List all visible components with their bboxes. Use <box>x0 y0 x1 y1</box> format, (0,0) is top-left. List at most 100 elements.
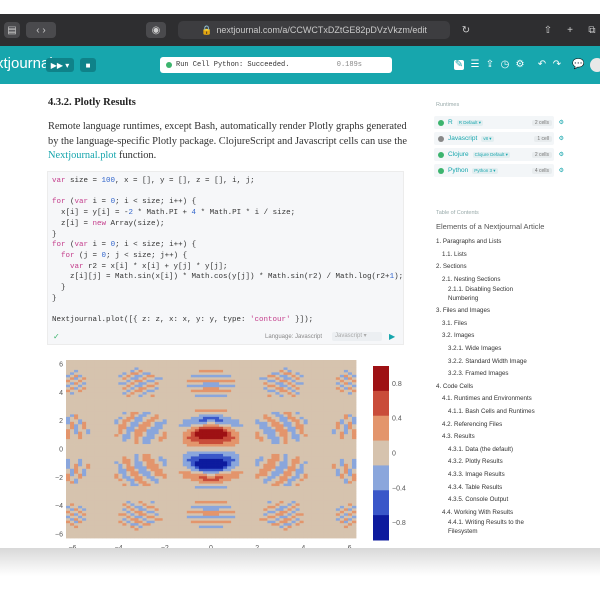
browser-window: ▤ ‹ › ◉ 🔒 nextjournal.com/a/CCWCTxDZtGE8… <box>0 14 600 564</box>
redo-icon[interactable]: ↷ <box>552 60 562 70</box>
toc-item[interactable]: 4.3.2. Plotly Results <box>436 456 600 469</box>
toc-title[interactable]: Elements of a Nextjournal Article <box>436 222 600 232</box>
toc-item[interactable]: 3.2.2. Standard Width Image <box>436 356 600 369</box>
toc-item[interactable]: 4.3.3. Image Results <box>436 469 600 482</box>
toc-item[interactable]: 3. Files and Images <box>436 305 600 318</box>
code-cell[interactable]: var size = 100, x = [], y = [], z = [], … <box>47 171 404 345</box>
toc-item[interactable]: 3.1. Files <box>436 318 600 331</box>
avatar[interactable] <box>590 58 600 72</box>
y-tick-label: 6 <box>59 361 63 368</box>
runtime-settings-icon[interactable]: ⚙ <box>559 135 564 142</box>
privacy-icon[interactable]: ◉ <box>146 22 166 38</box>
runtime-settings-icon[interactable]: ⚙ <box>559 151 564 158</box>
new-tab-icon[interactable]: + <box>562 22 578 38</box>
runtime-environment-tag[interactable]: Clojure Default ▾ <box>472 151 510 158</box>
toc-label: Table of Contents <box>436 210 479 216</box>
code-line: } <box>52 230 57 239</box>
toc-item[interactable]: 1. Paragraphs and Lists <box>436 236 600 249</box>
runtime-row[interactable]: RR Default ▾ 2 cells ⚙ <box>434 116 564 129</box>
undo-icon[interactable]: ↶ <box>537 60 547 70</box>
section-heading: 4.3.2. Plotly Results <box>48 97 136 108</box>
toc-item[interactable]: 3.2. Images <box>436 330 600 343</box>
paragraph: Remote language runtimes, except Bash, a… <box>48 121 407 161</box>
toc-item[interactable]: 4.4. Working With Results <box>436 507 600 520</box>
language-label: Language: Javascript <box>265 334 323 340</box>
runtime-row[interactable]: Javascript v8 ▾ 1 cell ⚙ <box>434 132 564 145</box>
url-text: nextjournal.com/a/CCWCTxDZtGE82pDVzVkzm/… <box>216 25 427 35</box>
runtime-status-dot-icon <box>438 119 444 126</box>
toc-item[interactable]: 3.2.1. Wide Images <box>436 343 600 356</box>
code-line: x[i] = y[i] = -2 * Math.PI + 4 * Math.PI… <box>52 209 296 218</box>
runtime-name: R <box>448 119 453 126</box>
runtimes-label: Runtimes <box>436 102 460 108</box>
history-icon[interactable]: ◷ <box>500 60 510 70</box>
reload-icon[interactable]: ↻ <box>458 22 474 38</box>
runtime-status-dot-icon <box>438 135 444 142</box>
runtime-row[interactable]: Clojure Clojure Default ▾ 2 cells ⚙ <box>434 148 564 161</box>
code-line: } <box>52 284 66 293</box>
runtime-settings-icon[interactable]: ⚙ <box>559 167 564 174</box>
colorbar-swatch <box>373 515 389 541</box>
y-tick-label: 4 <box>59 390 63 397</box>
nextjournal-logo[interactable]: xtjournal <box>0 55 53 72</box>
list-icon[interactable]: ☰ <box>470 60 480 70</box>
browser-chrome: ▤ ‹ › ◉ 🔒 nextjournal.com/a/CCWCTxDZtGE8… <box>0 14 600 46</box>
y-tick-label: 2 <box>59 418 63 425</box>
runtime-settings-icon[interactable]: ⚙ <box>559 119 564 126</box>
toc-item[interactable]: 2.1. Nesting Sections <box>436 274 600 287</box>
toc-item[interactable]: 4.3.4. Table Results <box>436 482 600 495</box>
colorbar-tick-label: 0.8 <box>392 381 402 388</box>
comments-icon[interactable]: 💬 <box>572 60 584 70</box>
share-icon[interactable]: ⇧ <box>540 22 556 38</box>
code-line: } <box>52 294 57 303</box>
run-cell-icon[interactable]: ▶ <box>389 332 395 341</box>
address-bar[interactable]: 🔒 nextjournal.com/a/CCWCTxDZtGE82pDVzVkz… <box>178 21 450 39</box>
run-all-button[interactable]: ▶▶ ▾ <box>46 58 74 72</box>
runtime-environment-tag[interactable]: R Default ▾ <box>456 119 483 126</box>
toc-item[interactable]: 2.1.1. Disabling Section Numbering <box>436 286 536 305</box>
tabs-icon[interactable]: ⧉ <box>584 22 600 38</box>
runtime-name: Clojure <box>448 151 469 158</box>
window-shadow <box>0 548 600 576</box>
code-line: var size = 100, x = [], y = [], z = [], … <box>52 177 255 185</box>
toc-item[interactable]: 4.3.1. Data (the default) <box>436 444 600 457</box>
contour-plot[interactable]: −6−4−202466420−2−4−60.80.40−0.4−0.8 <box>46 354 416 564</box>
colorbar-swatch <box>373 440 389 466</box>
toc-item[interactable]: 3.2.3. Framed Images <box>436 368 600 381</box>
toc-item[interactable]: 4.2. Referencing Files <box>436 419 600 432</box>
language-select[interactable]: Javascript ▾ <box>332 332 382 341</box>
toc-item[interactable]: 4.1. Runtimes and Environments <box>436 393 600 406</box>
runtime-cell-count: 4 cells <box>531 167 552 174</box>
runtime-status-dot-icon <box>438 151 444 158</box>
toc-item[interactable]: 2. Sections <box>436 261 600 274</box>
runtime-environment-tag[interactable]: Python 3 ▾ <box>472 167 498 174</box>
runtime-row[interactable]: Python Python 3 ▾ 4 cells ⚙ <box>434 164 564 177</box>
edit-icon[interactable]: ✎ <box>454 60 464 70</box>
toc-item[interactable]: 4. Code Cells <box>436 381 600 394</box>
y-tick-label: −6 <box>55 532 63 539</box>
contour-cells <box>66 360 357 539</box>
toc-item[interactable]: 1.1. Lists <box>436 249 600 262</box>
settings-icon[interactable]: ⚙ <box>515 60 525 70</box>
toc-item[interactable]: 4.4.1. Writing Results to the Filesystem <box>436 519 536 538</box>
runtime-cell-count: 2 cells <box>531 119 552 126</box>
colorbar-tick-label: −0.4 <box>392 485 406 492</box>
article-main: 4.3.2. Plotly Results Remote language ru… <box>0 84 600 564</box>
runtime-environment-tag[interactable]: v8 ▾ <box>481 135 494 142</box>
nextjournal-plot-link[interactable]: Nextjournal.plot <box>48 150 116 161</box>
toc-item[interactable]: 4.3. Results <box>436 431 600 444</box>
status-text: Run Cell Python: Succeeded. <box>176 61 290 69</box>
toc-item[interactable]: 4.1.1. Bash Cells and Runtimes <box>436 406 600 419</box>
success-dot-icon <box>166 62 172 68</box>
back-forward-buttons[interactable]: ‹ › <box>26 22 56 38</box>
publish-icon[interactable]: ⇪ <box>485 60 495 70</box>
stop-button[interactable]: ■ <box>80 58 96 72</box>
sidebar-toggle-icon[interactable]: ▤ <box>4 22 20 38</box>
code-line: for (var i = 0; i < size; i++) { <box>52 241 197 250</box>
colorbar-swatch <box>373 390 389 417</box>
code-cell-footer: ✓ Language: Javascript Javascript ▾ ▶ <box>47 330 404 344</box>
app-toolbar: xtjournal ▶▶ ▾ ■ Run Cell Python: Succee… <box>0 46 600 84</box>
y-tick-label: −4 <box>55 503 63 510</box>
toc-item[interactable]: 4.3.5. Console Output <box>436 494 600 507</box>
